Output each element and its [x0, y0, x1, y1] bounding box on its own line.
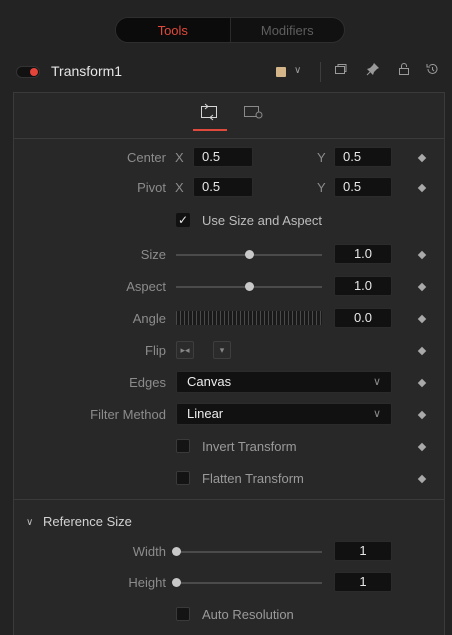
pivot-y-field[interactable]: 0.5 — [334, 177, 392, 197]
chevron-down-icon: ∨ — [372, 376, 381, 388]
height-field[interactable]: 1 — [334, 572, 392, 592]
pin-icon[interactable] — [366, 62, 380, 79]
width-slider-knob[interactable] — [172, 547, 181, 556]
size-slider[interactable] — [176, 250, 322, 259]
pivot-y-label: Y — [317, 180, 326, 195]
aspect-field[interactable]: 1.0 — [334, 276, 392, 296]
header-divider — [320, 62, 321, 82]
height-slider[interactable] — [172, 578, 322, 587]
pivot-x-label: X — [175, 180, 184, 195]
invert-transform-checkbox[interactable] — [176, 439, 190, 453]
flatten-transform-label: Flatten Transform — [202, 471, 304, 486]
angle-jog-wheel[interactable] — [176, 311, 322, 325]
use-size-aspect-checkbox[interactable]: ✓ — [176, 213, 190, 227]
node-color-swatch[interactable] — [276, 67, 286, 77]
invert-transform-label: Invert Transform — [202, 439, 297, 454]
center-x-field[interactable]: 0.5 — [193, 147, 253, 167]
aspect-keyframe-diamond[interactable] — [417, 282, 427, 292]
filter-method-label: Filter Method — [90, 407, 166, 422]
active-subtab-indicator — [193, 129, 227, 131]
size-field[interactable]: 1.0 — [334, 244, 392, 264]
settings-tab-icon[interactable] — [243, 103, 265, 121]
angle-keyframe-diamond[interactable] — [417, 314, 427, 324]
height-label: Height — [128, 575, 166, 590]
center-label: Center — [126, 150, 166, 165]
filter-method-select-value: Linear — [187, 406, 224, 421]
center-y-label: Y — [317, 150, 326, 165]
center-y-field[interactable]: 0.5 — [334, 147, 392, 167]
center-x-label: X — [175, 150, 184, 165]
size-keyframe-diamond[interactable] — [417, 250, 427, 260]
tool-tabs: Tools Modifiers — [115, 17, 345, 43]
inspector-subtabs — [14, 93, 444, 139]
toggle-dot — [30, 68, 38, 76]
flip-keyframe-diamond[interactable] — [417, 346, 427, 356]
lock-icon[interactable] — [397, 62, 411, 79]
edges-select-value: Canvas — [187, 374, 232, 389]
filter-method-select[interactable]: Linear ∨ — [176, 403, 392, 425]
invert-transform-keyframe-diamond[interactable] — [417, 442, 427, 452]
flip-horizontal-icon[interactable]: ▸◂ — [176, 341, 194, 359]
versions-icon[interactable] — [334, 62, 348, 79]
flip-vertical-icon[interactable]: ▾ — [213, 341, 231, 359]
aspect-slider-knob[interactable] — [245, 282, 254, 291]
tab-modifiers[interactable]: Modifiers — [231, 18, 345, 42]
size-slider-knob[interactable] — [245, 250, 254, 259]
collapse-chevron-icon[interactable]: ∨ — [26, 517, 33, 528]
size-label: Size — [140, 247, 166, 262]
edges-keyframe-diamond[interactable] — [417, 378, 427, 388]
edges-label: Edges — [129, 375, 166, 390]
pivot-x-field[interactable]: 0.5 — [193, 177, 253, 197]
height-slider-knob[interactable] — [172, 578, 181, 587]
filter-method-keyframe-diamond[interactable] — [417, 410, 427, 420]
angle-label: Angle — [132, 311, 166, 326]
width-field[interactable]: 1 — [334, 541, 392, 561]
width-label: Width — [132, 544, 166, 559]
pivot-keyframe-diamond[interactable] — [417, 183, 427, 193]
use-size-aspect-label: Use Size and Aspect — [202, 213, 322, 228]
reference-size-title[interactable]: Reference Size — [43, 514, 132, 529]
angle-field[interactable]: 0.0 — [334, 308, 392, 328]
reset-icon[interactable] — [425, 62, 439, 79]
aspect-label: Aspect — [126, 279, 166, 294]
width-slider[interactable] — [172, 547, 322, 556]
chevron-down-icon: ∨ — [372, 408, 381, 420]
flatten-transform-keyframe-diamond[interactable] — [417, 474, 427, 484]
section-divider — [14, 499, 444, 500]
node-name: Transform1 — [51, 63, 123, 79]
flip-label: Flip — [145, 343, 166, 358]
transform-tab-icon[interactable] — [199, 103, 221, 121]
aspect-slider[interactable] — [176, 282, 322, 291]
center-keyframe-diamond[interactable] — [417, 153, 427, 163]
tab-tools[interactable]: Tools — [116, 18, 231, 42]
auto-resolution-label: Auto Resolution — [202, 607, 294, 622]
edges-select[interactable]: Canvas ∨ — [176, 371, 392, 393]
color-dropdown-chevron-icon[interactable]: ∨ — [294, 65, 301, 76]
auto-resolution-checkbox[interactable] — [176, 607, 190, 621]
node-enable-toggle[interactable] — [16, 66, 40, 78]
node-header: Transform1 ∨ — [0, 56, 452, 88]
inspector-panel: Center X 0.5 Y 0.5 Pivot X 0.5 Y 0.5 ✓ U… — [13, 92, 445, 635]
pivot-label: Pivot — [137, 180, 166, 195]
flatten-transform-checkbox[interactable] — [176, 471, 190, 485]
